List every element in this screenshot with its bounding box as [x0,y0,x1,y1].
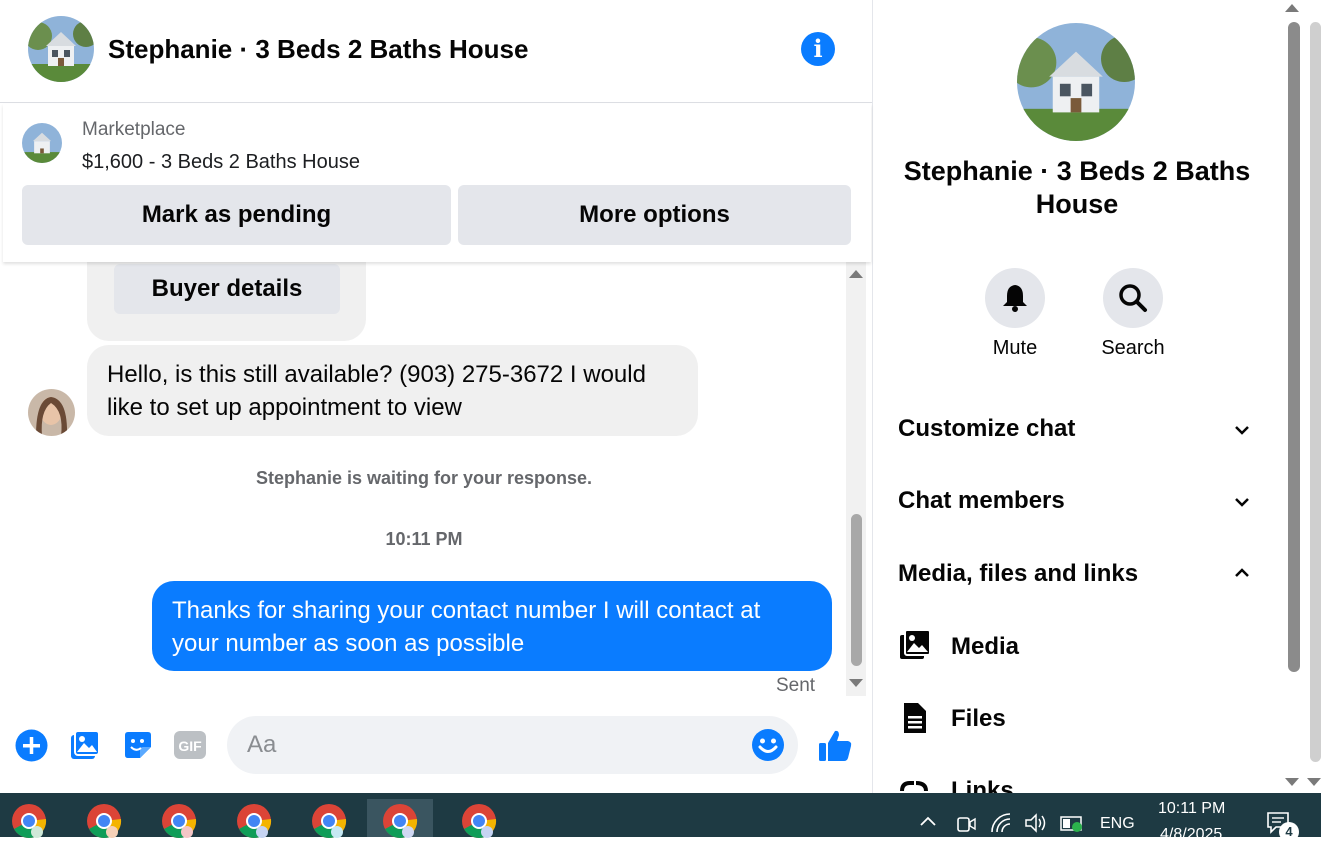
photo-icon[interactable] [68,728,102,762]
svg-text:GIF: GIF [178,738,202,754]
file-icon [904,703,926,733]
files-item[interactable]: Files [951,705,1006,733]
profile-name: Stephanie · 3 Beds 2 Baths House [903,156,1251,219]
waiting-notice: Stephanie is waiting for your response. [255,468,593,488]
avatar[interactable] [28,389,75,436]
gif-icon[interactable]: GIF [173,728,207,762]
window-scroll-thumb[interactable] [1310,22,1321,762]
incoming-message[interactable]: Hello, is this still available? (903) 27… [87,345,698,436]
chevron-down-icon[interactable] [1232,492,1252,512]
listing-title[interactable]: $1,600 - 3 Beds 2 Baths House [82,151,360,174]
plus-icon[interactable] [14,728,48,762]
emoji-icon[interactable] [751,728,785,762]
scroll-up-arrow-icon[interactable] [1285,4,1299,12]
language-indicator[interactable]: ENG [1100,815,1135,833]
chrome-app-icon[interactable] [307,799,351,838]
wifi-icon[interactable] [990,812,1014,834]
marketplace-label: Marketplace [82,119,186,140]
scroll-up-arrow-icon[interactable] [849,270,863,278]
mark-as-pending-button[interactable]: Mark as pending [22,185,451,245]
sent-status: Sent [776,675,816,696]
battery-icon[interactable] [1060,815,1086,833]
mute-label: Mute [992,337,1038,359]
panel-scroll-thumb[interactable] [1288,22,1300,672]
chevron-up-icon[interactable] [1232,563,1252,583]
chrome-app-icon[interactable] [157,799,201,838]
media-item[interactable]: Media [951,633,1019,661]
message-input[interactable] [227,716,798,774]
sticker-icon[interactable] [121,728,155,762]
chat-members-section[interactable]: Chat members [898,487,1065,515]
chrome-app-icon[interactable] [232,799,276,838]
listing-thumbnail[interactable] [22,123,62,163]
mute-button[interactable] [985,268,1045,328]
chat-scroll-thumb[interactable] [851,514,862,666]
like-icon[interactable] [816,727,854,765]
chevron-down-icon[interactable] [1232,420,1252,440]
chevron-up-icon[interactable] [918,813,938,829]
search-label: Search [1101,337,1165,359]
scroll-down-arrow-icon[interactable] [849,679,863,687]
outgoing-message[interactable]: Thanks for sharing your contact number I… [152,581,832,671]
notification-badge: 4 [1279,822,1299,842]
clock-time[interactable]: 10:11 PM [1158,800,1225,818]
media-icon [900,629,931,659]
search-icon [1119,284,1147,312]
customize-chat-section[interactable]: Customize chat [898,415,1075,443]
message-timestamp: 10:11 PM [385,529,463,549]
scroll-down-arrow-icon[interactable] [1307,778,1321,786]
bell-icon [1003,285,1027,312]
media-files-links-section[interactable]: Media, files and links [898,560,1138,588]
chrome-app-icon[interactable] [7,799,51,838]
chrome-app-icon[interactable] [82,799,126,838]
buyer-details-button[interactable]: Buyer details [114,264,340,314]
profile-photo[interactable] [1017,23,1135,141]
volume-icon[interactable] [1024,813,1048,833]
info-icon[interactable]: i [801,32,835,66]
search-button[interactable] [1103,268,1163,328]
listing-avatar[interactable] [28,16,94,82]
scroll-down-arrow-icon[interactable] [1285,778,1299,786]
chrome-app-icon-active[interactable] [367,799,433,838]
chrome-app-icon[interactable] [457,799,501,838]
clock-date[interactable]: 4/8/2025 [1160,826,1222,844]
chat-title[interactable]: Stephanie · 3 Beds 2 Baths House [108,34,528,65]
meet-now-icon[interactable] [955,812,977,834]
more-options-button[interactable]: More options [458,185,851,245]
